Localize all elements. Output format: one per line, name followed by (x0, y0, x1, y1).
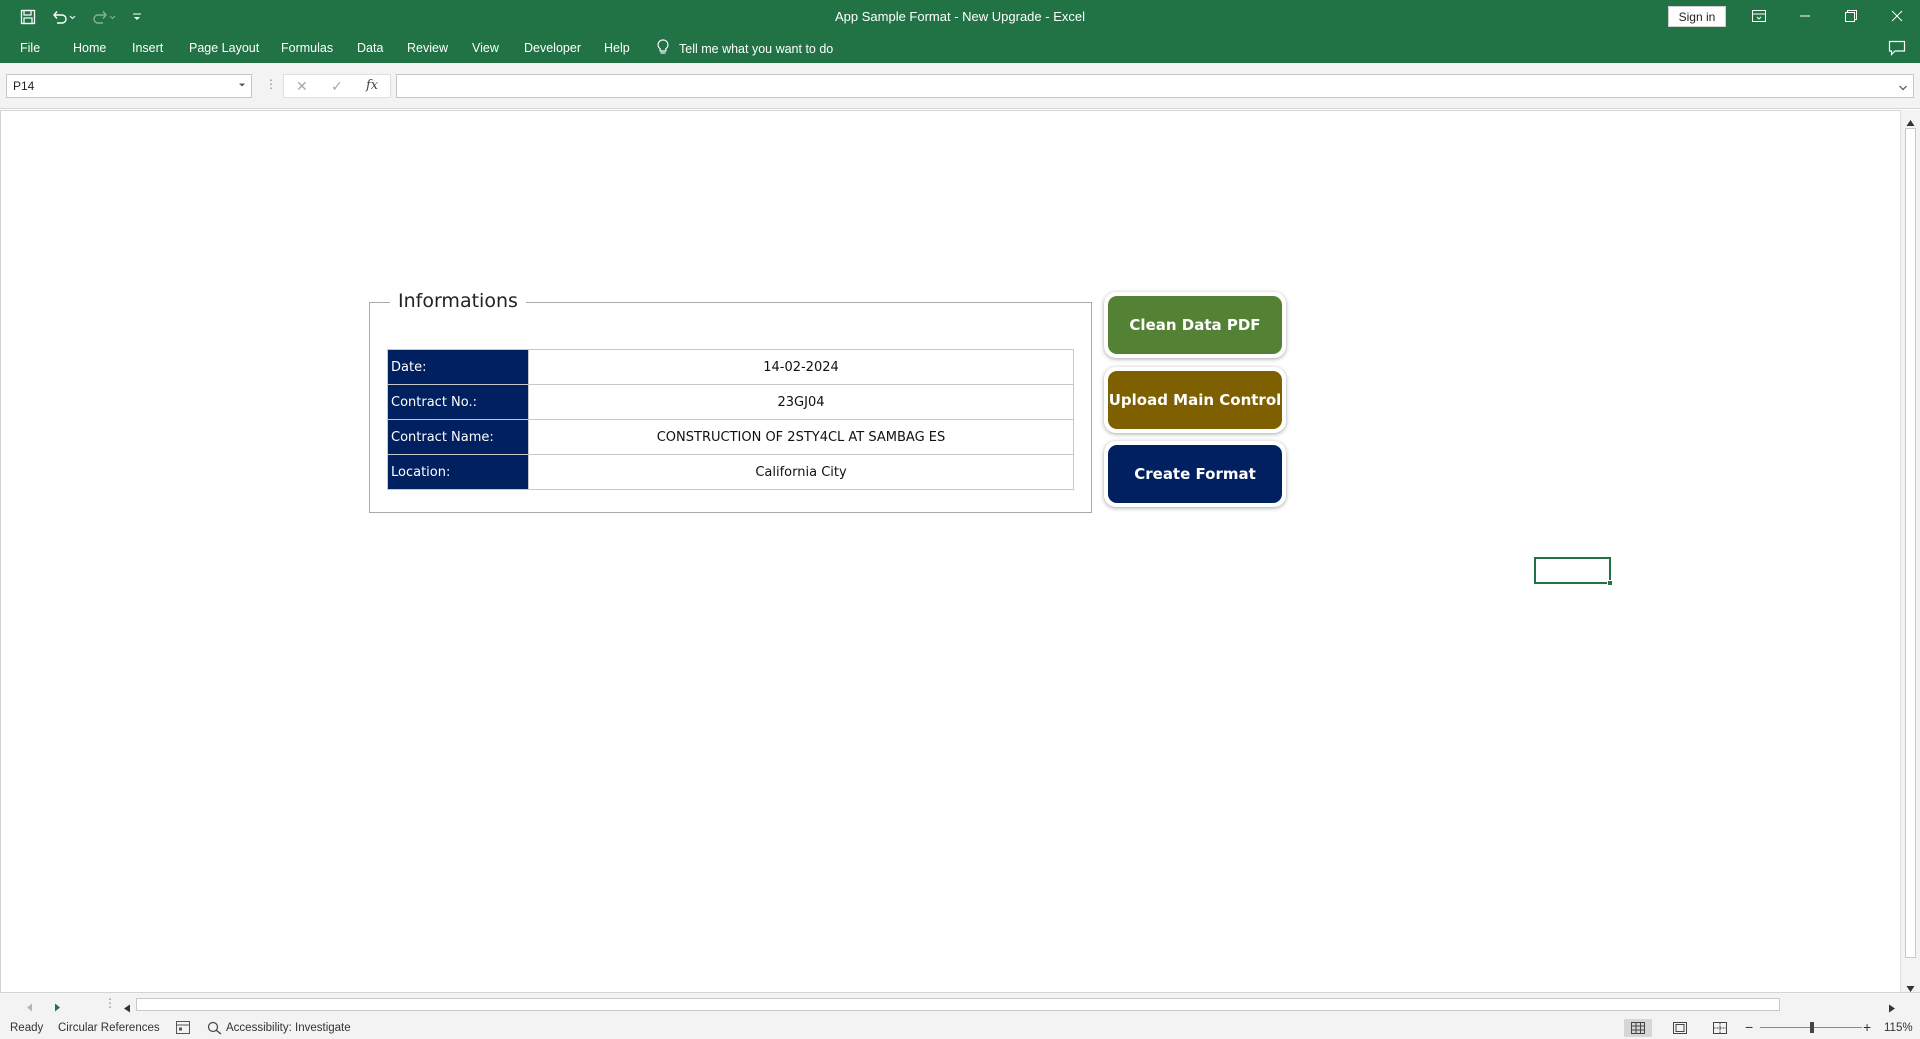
ribbon-display-options-icon[interactable] (1736, 0, 1782, 32)
table-row: Location: California City (387, 454, 1074, 490)
location-value[interactable]: California City (528, 454, 1074, 490)
fill-handle[interactable] (1607, 580, 1613, 586)
status-bar: Ready Circular References Accessibility:… (0, 1017, 1920, 1039)
cancel-entry-icon[interactable]: ✕ (296, 78, 308, 95)
comments-icon[interactable] (1888, 40, 1906, 61)
table-row: Contract No.: 23GJ04 (387, 384, 1074, 420)
info-table: Date: 14-02-2024 Contract No.: 23GJ04 Co… (387, 349, 1074, 490)
horizontal-scrollbar[interactable] (120, 997, 1900, 1013)
vertical-scrollbar[interactable] (1900, 110, 1920, 992)
name-box[interactable]: P14 (6, 74, 252, 98)
table-row: Contract Name: CONSTRUCTION OF 2STY4CL A… (387, 419, 1074, 455)
formula-bar: P14 ⋮ ✕ ✓ fx (0, 63, 1920, 109)
upload-main-control-button[interactable]: Upload Main Control (1104, 367, 1286, 433)
group-box-title: Informations (390, 290, 526, 312)
clean-data-pdf-label: Clean Data PDF (1108, 296, 1282, 354)
worksheet-grid[interactable] (0, 110, 1900, 992)
page-layout-view-icon[interactable] (1666, 1019, 1694, 1037)
previous-sheet-icon[interactable] (26, 999, 33, 1017)
macro-recording-icon[interactable] (176, 1021, 190, 1037)
zoom-slider-knob[interactable] (1810, 1022, 1814, 1033)
minimize-icon[interactable] (1782, 0, 1828, 32)
tab-file[interactable]: File (20, 41, 40, 55)
tab-review[interactable]: Review (407, 41, 448, 55)
tab-insert[interactable]: Insert (132, 41, 163, 55)
confirm-entry-icon[interactable]: ✓ (331, 78, 343, 95)
accessibility-status[interactable]: Accessibility: Investigate (226, 1022, 351, 1034)
create-format-button[interactable]: Create Format (1104, 441, 1286, 507)
sheet-tab-bar: ⋮ (0, 992, 1920, 1017)
insert-function-icon[interactable]: fx (366, 78, 378, 93)
formula-input[interactable] (396, 74, 1914, 98)
horizontal-scroll-thumb[interactable] (136, 998, 1780, 1011)
tab-data[interactable]: Data (357, 41, 383, 55)
date-label[interactable]: Date: (387, 349, 529, 385)
formula-buttons: ✕ ✓ fx (283, 74, 391, 98)
tab-view[interactable]: View (472, 41, 499, 55)
tab-page-layout[interactable]: Page Layout (189, 41, 259, 55)
table-row: Date: 14-02-2024 (387, 349, 1074, 385)
zoom-level[interactable]: 115% (1884, 1022, 1913, 1034)
tab-formulas[interactable]: Formulas (281, 41, 333, 55)
sign-in-button[interactable]: Sign in (1668, 6, 1726, 27)
tab-help[interactable]: Help (604, 41, 630, 55)
chevron-down-icon[interactable] (237, 79, 247, 93)
name-box-value: P14 (13, 79, 35, 93)
status-ready: Ready (10, 1022, 44, 1034)
contract-name-label[interactable]: Contract Name: (387, 419, 529, 455)
ribbon-tabs: File Home Insert Page Layout Formulas Da… (0, 34, 1920, 63)
scroll-left-icon[interactable] (123, 1000, 131, 1018)
tell-me-label: Tell me what you want to do (679, 41, 834, 56)
zoom-in-icon[interactable]: + (1863, 1019, 1871, 1035)
accessibility-icon[interactable] (207, 1021, 223, 1038)
next-sheet-icon[interactable] (54, 999, 61, 1017)
title-bar: App Sample Format - New Upgrade - Excel … (0, 0, 1920, 34)
tab-splitter[interactable]: ⋮ (104, 996, 116, 1010)
active-cell-selection[interactable] (1534, 557, 1613, 586)
lightbulb-icon (657, 39, 669, 58)
restore-icon[interactable] (1828, 0, 1874, 32)
upload-main-control-label: Upload Main Control (1108, 371, 1282, 429)
circular-references-status[interactable]: Circular References (58, 1022, 160, 1034)
date-value[interactable]: 14-02-2024 (528, 349, 1074, 385)
expand-formula-bar-icon[interactable] (1898, 80, 1908, 98)
tell-me-search[interactable]: Tell me what you want to do (657, 39, 833, 58)
formula-bar-splitter[interactable]: ⋮ (265, 77, 277, 91)
informations-group-box: Informations Date: 14-02-2024 Contract N… (369, 290, 1092, 513)
contract-name-value[interactable]: CONSTRUCTION OF 2STY4CL AT SAMBAG ES (528, 419, 1074, 455)
contract-no-label[interactable]: Contract No.: (387, 384, 529, 420)
vertical-scroll-thumb[interactable] (1905, 128, 1916, 958)
tab-developer[interactable]: Developer (524, 41, 581, 55)
location-label[interactable]: Location: (387, 454, 529, 490)
tab-home[interactable]: Home (73, 41, 106, 55)
create-format-label: Create Format (1108, 445, 1282, 503)
contract-no-value[interactable]: 23GJ04 (528, 384, 1074, 420)
normal-view-icon[interactable] (1624, 1019, 1652, 1037)
window-title: App Sample Format - New Upgrade - Excel (835, 9, 1085, 24)
scroll-right-icon[interactable] (1888, 1000, 1896, 1018)
zoom-out-icon[interactable]: − (1745, 1019, 1753, 1035)
clean-data-pdf-button[interactable]: Clean Data PDF (1104, 292, 1286, 358)
page-break-preview-icon[interactable] (1706, 1019, 1734, 1037)
close-icon[interactable] (1874, 0, 1920, 32)
